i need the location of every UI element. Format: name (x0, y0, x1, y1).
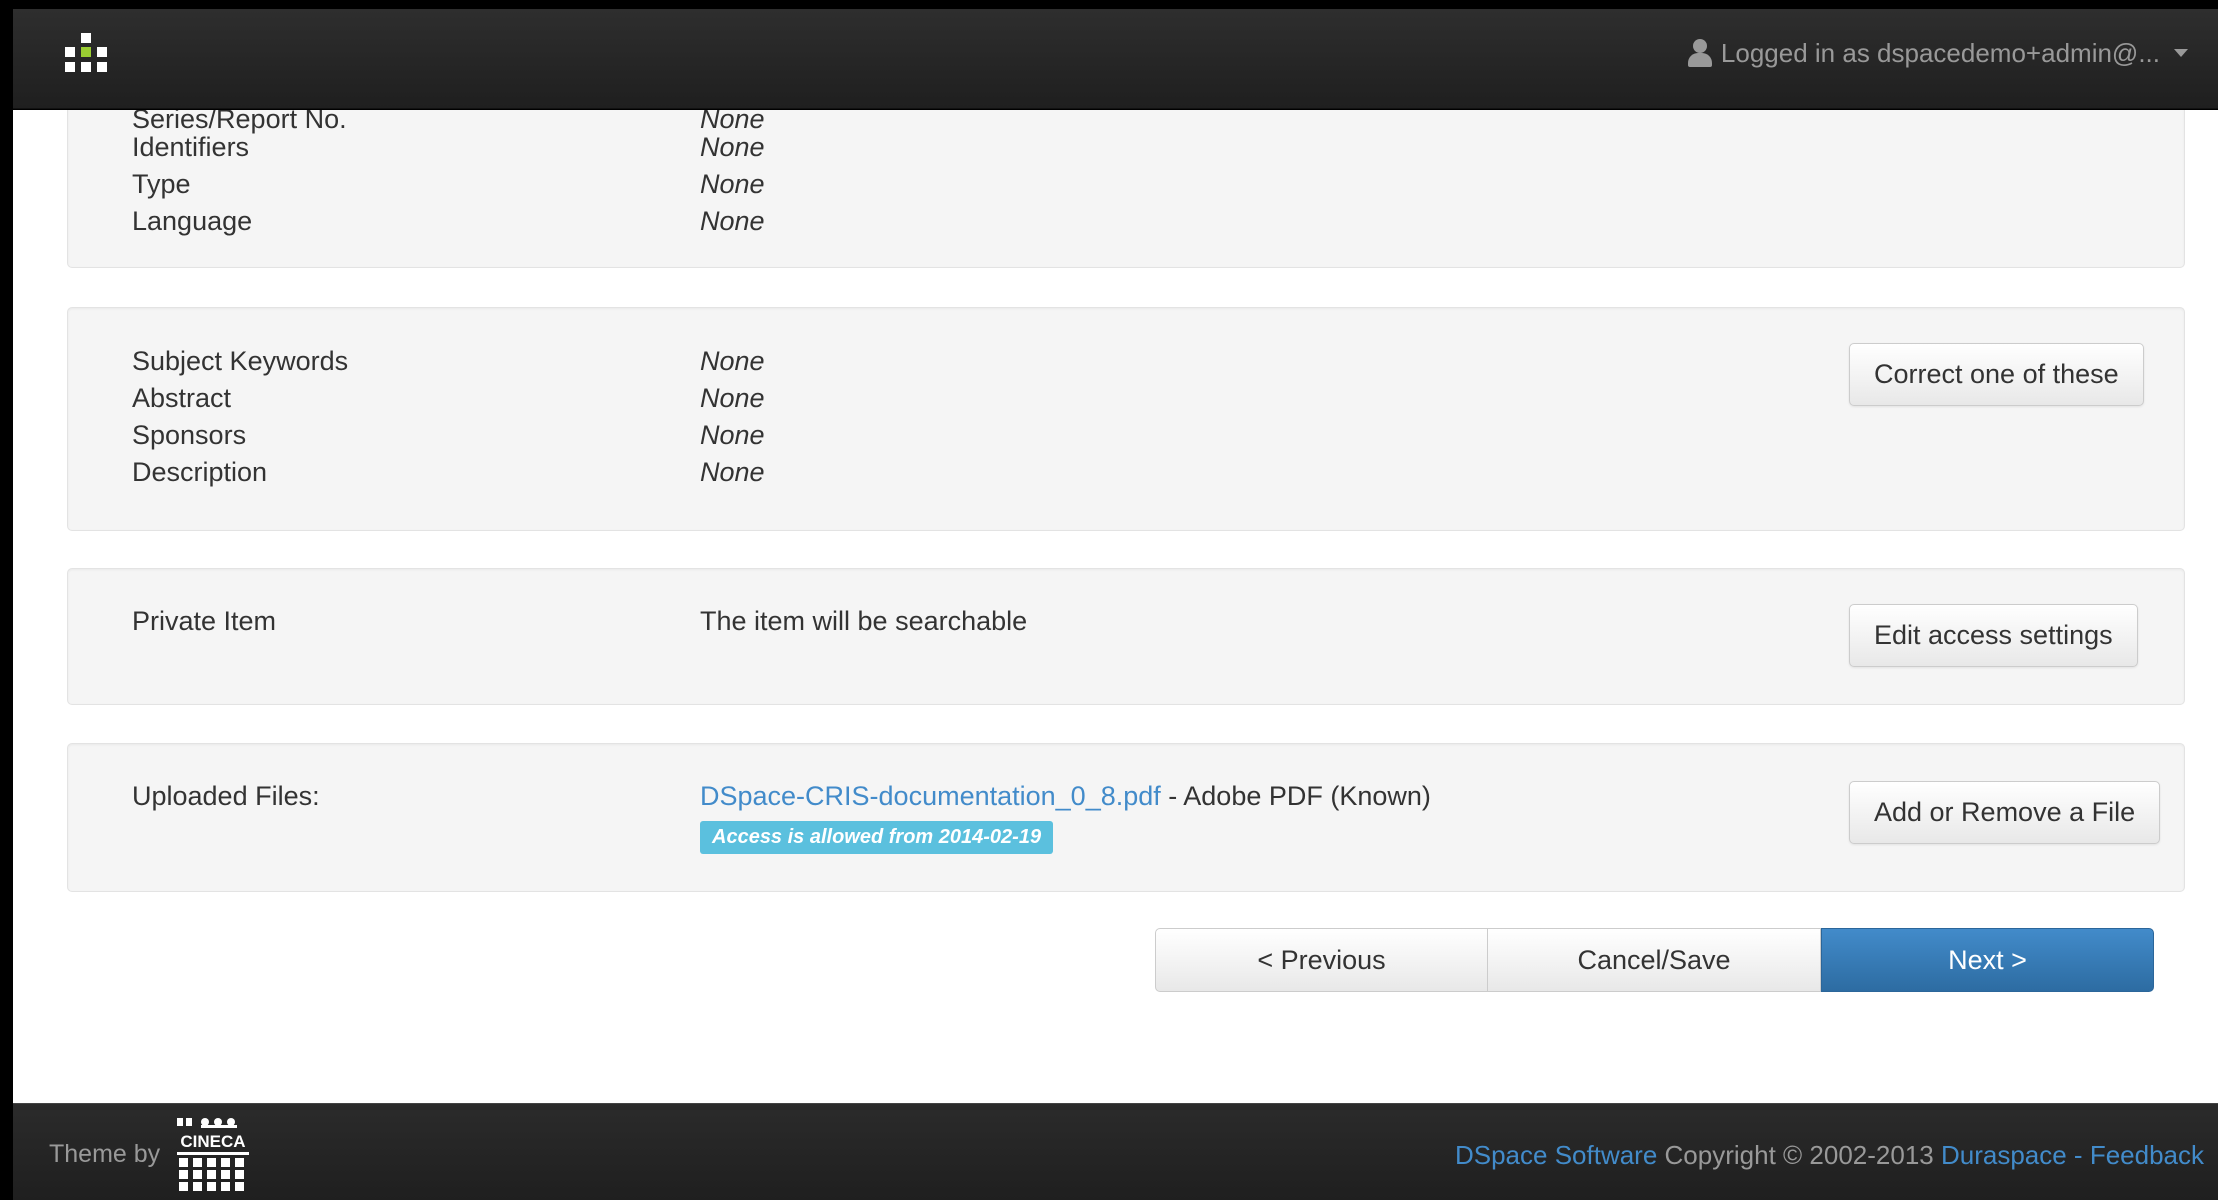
searchable-status: The item will be searchable (700, 606, 1028, 636)
page-footer: Theme by CINECA DSpace Software Copyrigh… (13, 1103, 2218, 1200)
duraspace-link[interactable]: Duraspace (1941, 1140, 2067, 1170)
file-entry: DSpace-CRIS-documentation_0_8.pdf - Adob… (700, 778, 1431, 815)
description-value: None (700, 457, 765, 487)
type-value: None (700, 169, 765, 199)
add-or-remove-file-button[interactable]: Add or Remove a File (1849, 781, 2161, 844)
access-section: Private Item The item will be searchable… (67, 568, 2185, 705)
previous-button[interactable]: < Previous (1155, 928, 1488, 992)
sponsors-value: None (700, 420, 765, 450)
window-frame-left (0, 0, 13, 1200)
subject-keywords-value: None (700, 346, 765, 376)
language-value: None (700, 206, 765, 236)
correct-one-of-these-button[interactable]: Correct one of these (1849, 343, 2144, 406)
dspace-logo-icon[interactable] (65, 33, 115, 83)
wizard-navigation: < Previous Cancel/Save Next > (1155, 928, 2154, 992)
logged-in-label: Logged in as dspacedemo+admin@... (1720, 37, 2160, 68)
language-label: Language (132, 206, 253, 236)
cancel-save-button[interactable]: Cancel/Save (1488, 928, 1821, 992)
type-label: Type (132, 169, 191, 199)
footer-links: DSpace Software Copyright © 2002-2013 Du… (1455, 1140, 2204, 1171)
identifiers-label: Identifiers (132, 132, 250, 162)
subject-keywords-label: Subject Keywords (132, 346, 349, 376)
user-icon (1687, 39, 1713, 67)
footer-separator: - (2066, 1140, 2090, 1170)
uploaded-files-section: Uploaded Files: DSpace-CRIS-documentatio… (67, 743, 2185, 892)
description-label: Description (132, 457, 268, 487)
window-frame-top (0, 0, 2218, 9)
abstract-value: None (700, 383, 765, 413)
theme-by-label: Theme by (49, 1140, 161, 1168)
item-info-section: Series/Report No. None Identifiers None … (67, 110, 2185, 268)
main-content: Series/Report No. None Identifiers None … (13, 110, 2218, 1103)
user-menu-dropdown[interactable]: Logged in as dspacedemo+admin@... (1687, 33, 2188, 73)
dspace-software-link[interactable]: DSpace Software (1455, 1140, 1657, 1170)
description-section: Subject Keywords None Abstract None Spon… (67, 307, 2185, 531)
feedback-link[interactable]: Feedback (2090, 1140, 2204, 1170)
private-item-label: Private Item (132, 606, 277, 636)
access-date-badge: Access is allowed from 2014-02-19 (700, 821, 1054, 854)
file-type: - Adobe PDF (Known) (1160, 781, 1431, 811)
sponsors-label: Sponsors (132, 420, 247, 450)
uploaded-files-label: Uploaded Files: (132, 781, 320, 811)
top-navbar: Logged in as dspacedemo+admin@... (13, 9, 2218, 109)
chevron-down-icon (2174, 49, 2188, 57)
abstract-label: Abstract (132, 383, 232, 413)
edit-access-settings-button[interactable]: Edit access settings (1849, 604, 2138, 667)
cineca-logo[interactable]: CINECA (173, 1114, 253, 1198)
copyright-text: Copyright © 2002-2013 (1657, 1140, 1941, 1170)
file-link[interactable]: DSpace-CRIS-documentation_0_8.pdf (700, 781, 1161, 811)
identifiers-value: None (700, 132, 765, 162)
svg-text:CINECA: CINECA (180, 1132, 245, 1151)
next-button[interactable]: Next > (1821, 928, 2154, 992)
